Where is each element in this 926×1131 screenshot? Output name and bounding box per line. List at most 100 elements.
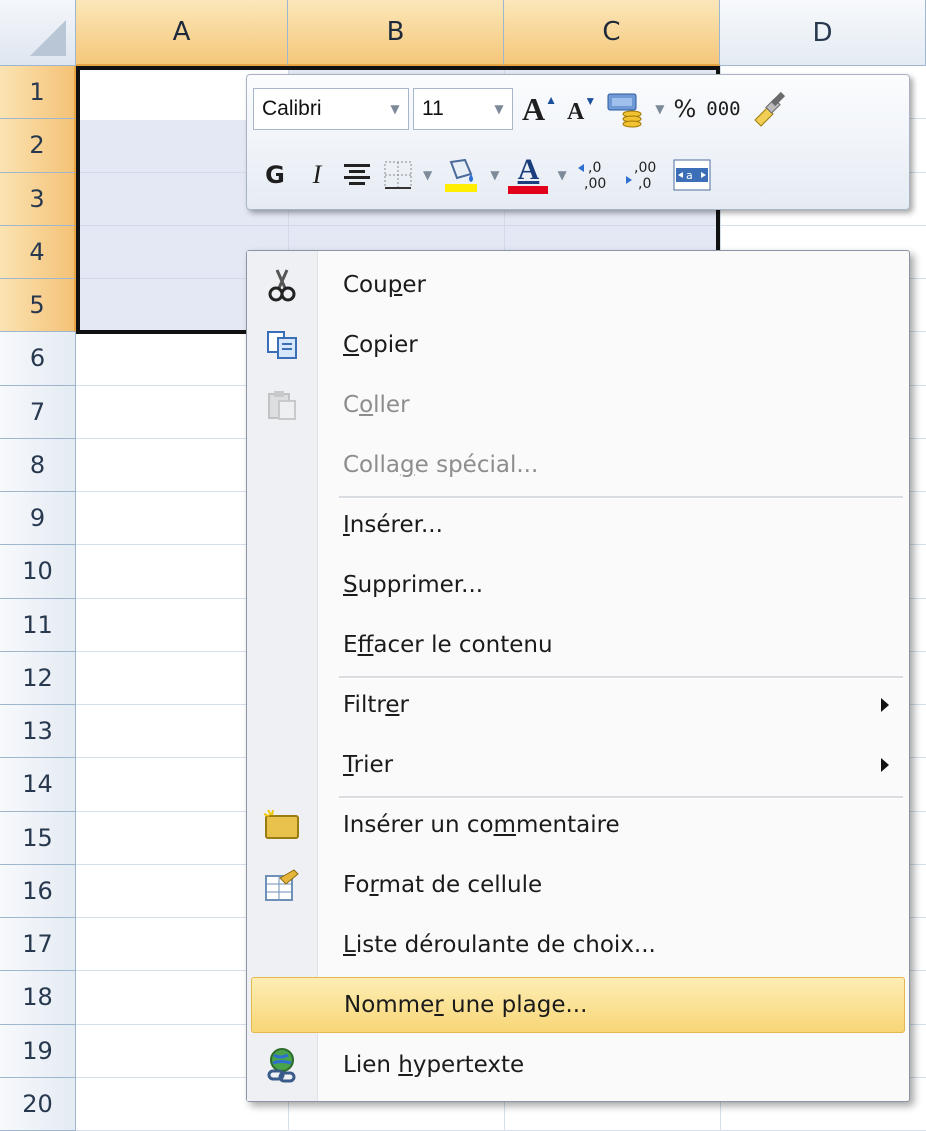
menu-item-label: Copier	[343, 332, 418, 358]
copy-icon	[251, 317, 313, 373]
accounting-format-icon	[607, 93, 642, 128]
menu-item-lien-hypertexte[interactable]: Lien hypertexte	[251, 1037, 905, 1093]
select-all-triangle-icon	[30, 20, 66, 56]
row-header-6[interactable]: 6	[0, 332, 76, 386]
label-text: ypertexte	[412, 1052, 525, 1078]
accounting-format-button[interactable]	[606, 88, 646, 130]
menu-item-label: Insérer un commentaire	[343, 812, 620, 838]
decrease-decimal-icon: ,00 ,0	[625, 160, 656, 192]
menu-item-supprimer[interactable]: Supprimer...	[251, 557, 905, 613]
access-key: L	[343, 932, 356, 958]
access-key: I	[343, 512, 350, 538]
menu-item-liste-déroulante-de-choix[interactable]: Liste déroulante de choix...	[251, 917, 905, 973]
svg-text:,0: ,0	[638, 176, 651, 192]
chevron-down-icon[interactable]: ▼	[486, 102, 512, 116]
decrease-font-size-icon: A	[567, 98, 585, 125]
empty-icon-slot	[251, 497, 313, 553]
menu-item-label: Coller	[343, 392, 410, 418]
row-header-13[interactable]: 13	[0, 705, 76, 759]
menu-item-copier[interactable]: Copier	[251, 317, 905, 373]
italic-icon: I	[312, 160, 322, 189]
label-text: Filtr	[343, 692, 386, 718]
chevron-down-icon[interactable]: ▼	[382, 102, 408, 116]
label-text: Nomme	[344, 992, 435, 1018]
label-text: e spécial...	[414, 452, 539, 478]
row-header-19[interactable]: 19	[0, 1024, 76, 1078]
label-text: Cou	[343, 272, 388, 298]
italic-button[interactable]: I	[302, 154, 332, 196]
label-text: mat de cellule	[378, 872, 543, 898]
row-header-8[interactable]: 8	[0, 438, 76, 492]
row-header-18[interactable]: 18	[0, 971, 76, 1025]
increase-decimal-button[interactable]: ,0 ,00	[576, 154, 614, 196]
label-text: C	[343, 392, 360, 418]
percent-style-button[interactable]: %	[673, 88, 696, 130]
merge-center-button[interactable]: a	[672, 154, 712, 196]
font-color-dropdown-icon[interactable]: ▼	[557, 168, 566, 182]
fill-color-icon	[445, 158, 478, 192]
font-color-button[interactable]: A	[508, 153, 549, 196]
row-header-1[interactable]: 1	[0, 66, 76, 120]
decrease-font-size-button[interactable]: A ▼	[567, 88, 596, 130]
bold-button[interactable]: G	[258, 154, 292, 196]
menu-item-insérer-un-commentaire[interactable]: Insérer un commentaire	[251, 797, 905, 853]
row-header-16[interactable]: 16	[0, 864, 76, 918]
decrease-decimal-button[interactable]: ,00 ,0	[624, 154, 662, 196]
borders-button[interactable]	[382, 154, 414, 196]
accounting-format-dropdown-icon[interactable]: ▼	[655, 102, 664, 116]
column-header-b[interactable]: B	[288, 0, 504, 66]
font-color-icon: A	[517, 153, 540, 186]
increase-font-size-button[interactable]: A ▲	[522, 88, 557, 130]
label-text: une plage...	[443, 992, 588, 1018]
fill-color-dropdown-icon[interactable]: ▼	[490, 168, 499, 182]
mini-toolbar-row-1: Calibri ▼ 11 ▼ A ▲ A ▼ ▼ % 000	[253, 81, 903, 137]
row-header-14[interactable]: 14	[0, 758, 76, 812]
row-header-10[interactable]: 10	[0, 545, 76, 599]
font-size-combo[interactable]: 11 ▼	[413, 88, 513, 130]
center-align-button[interactable]	[342, 154, 372, 196]
menu-item-label: Collage spécial...	[343, 452, 538, 478]
menu-item-couper[interactable]: Couper	[251, 257, 905, 313]
row-header-3[interactable]: 3	[0, 172, 76, 226]
menu-separator	[339, 676, 903, 679]
row-header-2[interactable]: 2	[0, 119, 76, 173]
menu-item-collage-spécial: Collage spécial...	[251, 437, 905, 493]
column-header-a[interactable]: A	[76, 0, 288, 66]
empty-icon-slot	[252, 977, 314, 1033]
format-painter-button[interactable]	[751, 88, 789, 130]
label-text: mentaire	[515, 812, 620, 838]
access-key: r	[369, 872, 379, 898]
menu-item-effacer-le-contenu[interactable]: Effacer le contenu	[251, 617, 905, 673]
borders-dropdown-icon[interactable]: ▼	[423, 168, 432, 182]
menu-item-insérer[interactable]: Insérer...	[251, 497, 905, 553]
menu-item-trier[interactable]: Trier	[251, 737, 905, 793]
menu-item-filtrer[interactable]: Filtrer	[251, 677, 905, 733]
percent-icon: %	[673, 95, 697, 123]
row-header-17[interactable]: 17	[0, 918, 76, 972]
access-key: m	[493, 812, 516, 838]
row-header-7[interactable]: 7	[0, 385, 76, 439]
row-header-12[interactable]: 12	[0, 651, 76, 705]
row-header-20[interactable]: 20	[0, 1077, 76, 1131]
thousands-separator-button[interactable]: 000	[706, 88, 740, 130]
column-header-c[interactable]: C	[504, 0, 720, 66]
row-header-4[interactable]: 4	[0, 225, 76, 279]
row-header-9[interactable]: 9	[0, 492, 76, 546]
menu-item-nommer-une-plage[interactable]: Nommer une plage...	[251, 977, 905, 1033]
submenu-arrow-icon	[881, 758, 889, 772]
menu-item-label: Trier	[343, 752, 393, 778]
fill-color-button[interactable]	[441, 154, 481, 196]
hyperlink-icon	[251, 1037, 313, 1093]
row-header-15[interactable]: 15	[0, 811, 76, 865]
menu-item-format-de-cellule[interactable]: Format de cellule	[251, 857, 905, 913]
label-text: Colla	[343, 452, 401, 478]
empty-icon-slot	[251, 917, 313, 973]
row-header-11[interactable]: 11	[0, 598, 76, 652]
select-all-button[interactable]	[0, 0, 76, 66]
font-name-combo[interactable]: Calibri ▼	[253, 88, 409, 130]
comment-icon	[251, 797, 313, 853]
label-text: E	[343, 632, 358, 658]
menu-item-label: Liste déroulante de choix...	[343, 932, 656, 958]
column-header-d[interactable]: D	[720, 0, 926, 66]
row-header-5[interactable]: 5	[0, 279, 76, 333]
